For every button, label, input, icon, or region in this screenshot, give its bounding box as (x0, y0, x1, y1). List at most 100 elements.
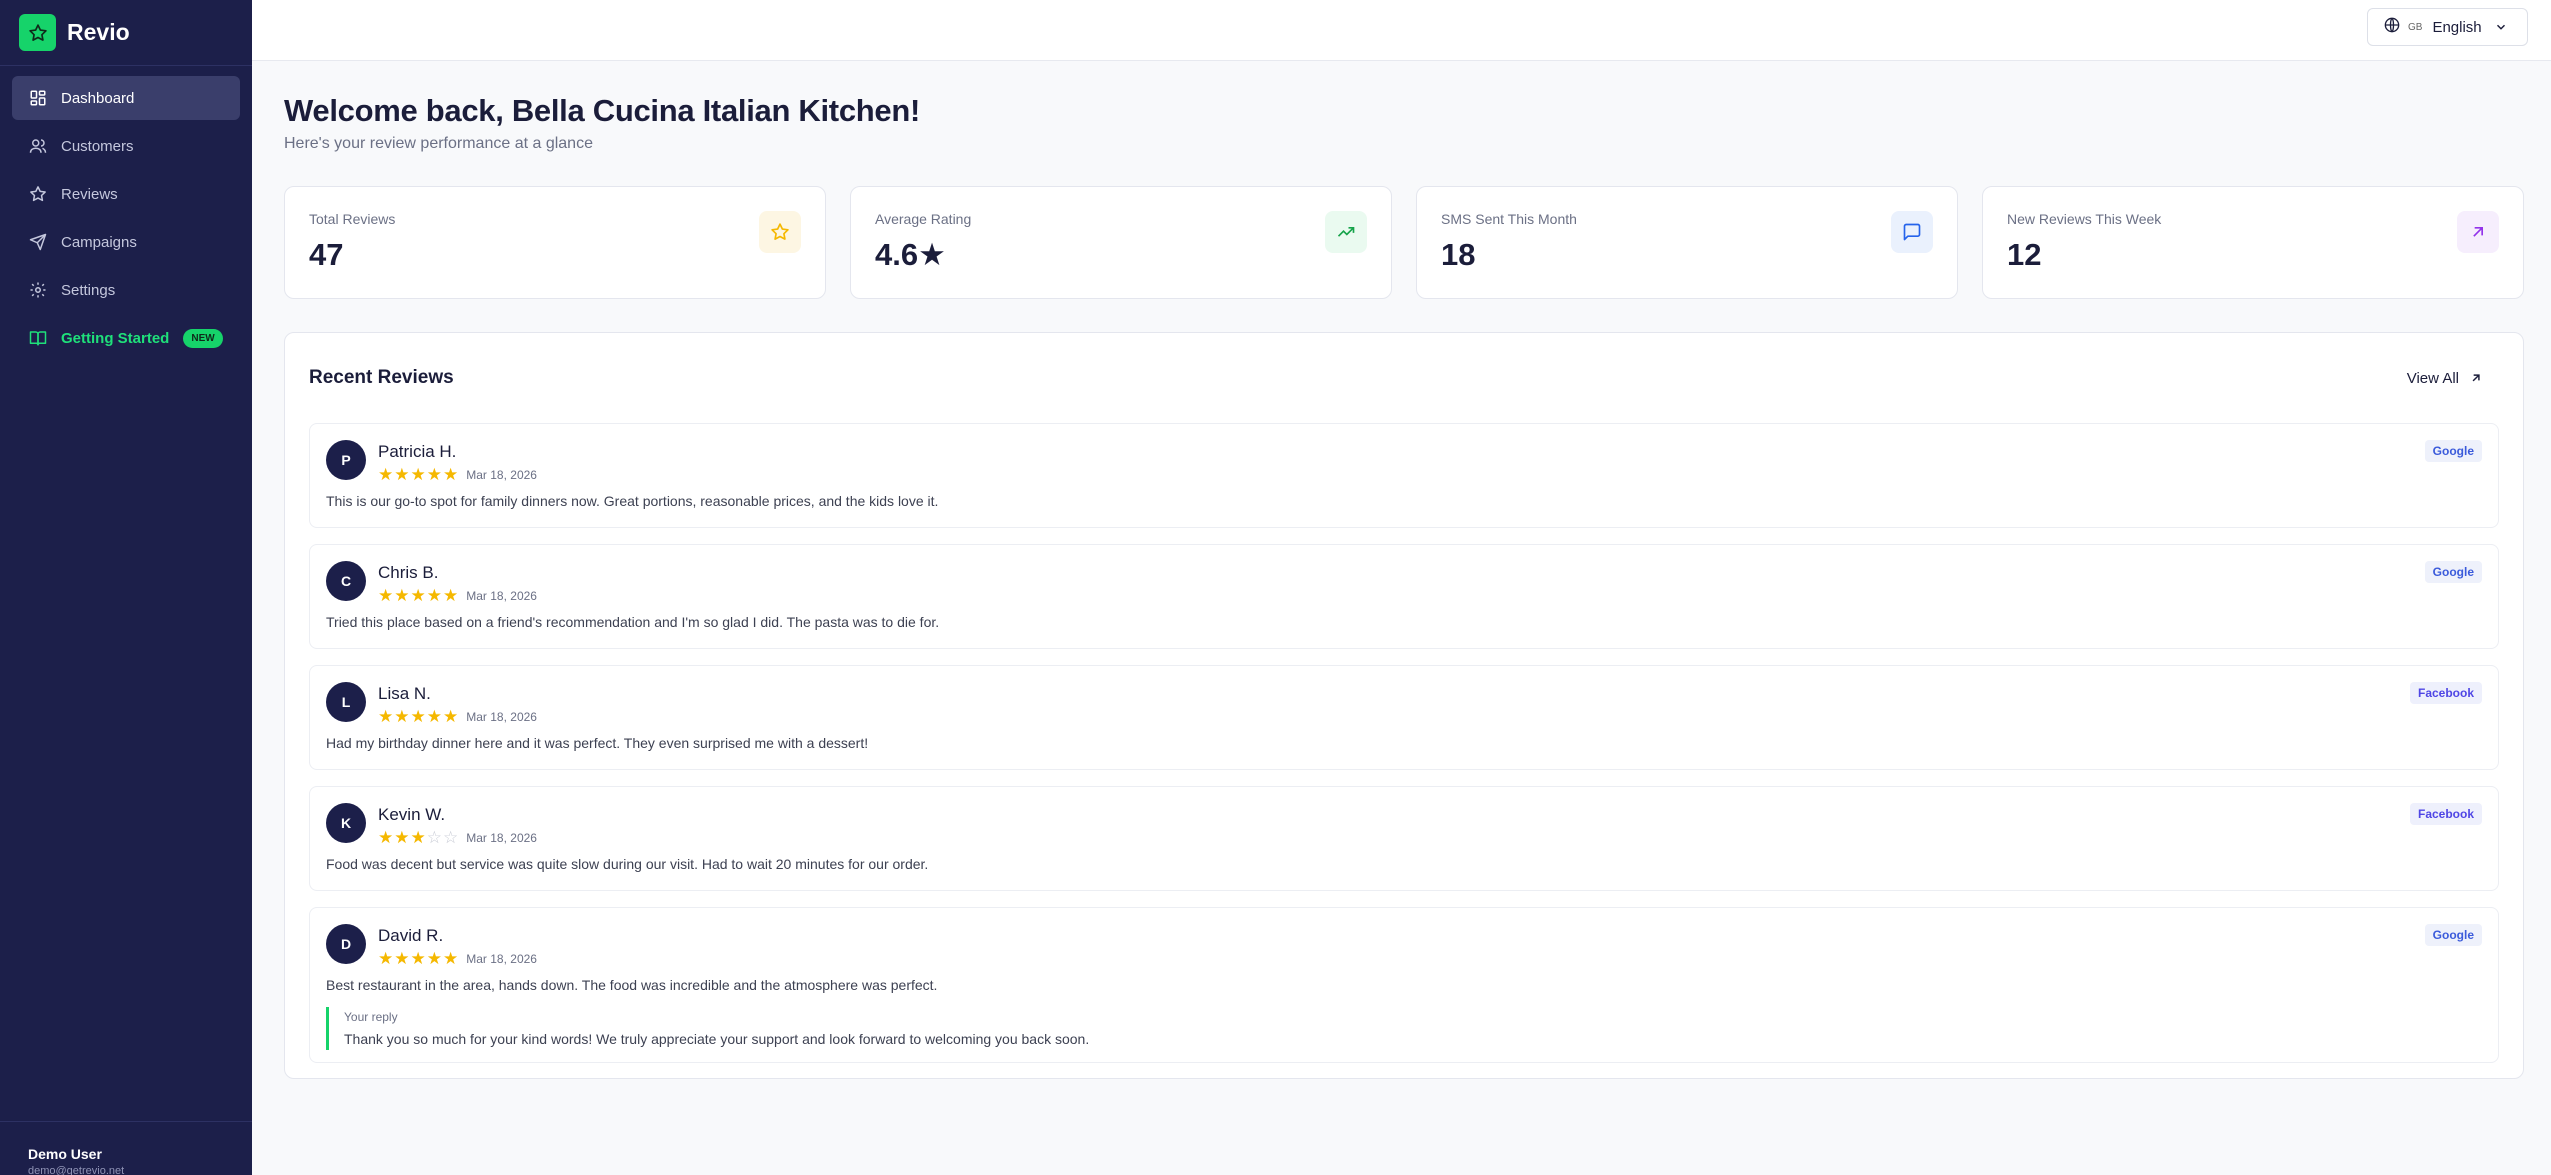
sidebar-item-label: Getting Started (61, 329, 170, 347)
platform-badge: Google (2424, 924, 2482, 946)
star-filled-icon: ★ (443, 949, 459, 968)
users-icon (28, 136, 48, 156)
sidebar-item-label: Campaigns (61, 233, 137, 251)
view-all-link[interactable]: View All (2407, 370, 2499, 387)
arrow-up-right-icon (2457, 211, 2499, 253)
stat-value: 12 (2007, 237, 2042, 272)
reviewer-name: Kevin W. (378, 805, 446, 824)
star-filled-icon: ★ (394, 465, 410, 484)
review-item[interactable]: L Lisa N. ★ ★ ★ ★ ★ Mar 18, 2026 Had my birt… (309, 665, 2499, 770)
stats-row: Total Reviews 47 Average Rating 4.6★ SMS… (284, 186, 2524, 299)
recent-reviews-card: Recent Reviews View All P Patricia H. ★ ★… (284, 332, 2524, 1079)
review-text: Tried this place based on a friend's rec… (326, 614, 940, 630)
review-item[interactable]: D David R. ★ ★ ★ ★ ★ Mar 18, 2026 Best resta… (309, 907, 2499, 1063)
review-item[interactable]: P Patricia H. ★ ★ ★ ★ ★ Mar 18, 2026 This is… (309, 423, 2499, 528)
grid-icon (28, 88, 48, 108)
star-filled-icon: ★ (378, 465, 394, 484)
stat-value: 4.6★ (875, 237, 946, 272)
star-filled-icon: ★ (426, 707, 442, 726)
sidebar-item-customers[interactable]: Customers (12, 124, 240, 168)
chevron-down-icon (2494, 20, 2508, 34)
language-selector[interactable]: GB English (2367, 8, 2528, 46)
sidebar-item-label: Dashboard (61, 89, 135, 107)
review-date: Mar 18, 2026 (466, 831, 537, 845)
avatar: D (326, 924, 366, 964)
trending-up-icon (1325, 211, 1367, 253)
avatar: L (326, 682, 366, 722)
reply-text: Thank you so much for your kind words! W… (344, 1031, 1090, 1047)
review-text: This is our go-to spot for family dinner… (326, 493, 939, 509)
app-name: Revio (67, 19, 130, 45)
new-badge: NEW (183, 328, 223, 348)
star-filled-icon: ★ (410, 707, 426, 726)
stat-label: SMS Sent This Month (1441, 211, 1577, 227)
star-filled-icon: ★ (394, 949, 410, 968)
platform-badge: Facebook (2409, 803, 2482, 825)
message-icon (1891, 211, 1933, 253)
topbar: GB English (252, 0, 2551, 61)
page-subtitle: Here's your review performance at a glan… (284, 135, 593, 152)
star-icon (759, 211, 801, 253)
review-text: Best restaurant in the area, hands down.… (326, 977, 938, 993)
stat-label: New Reviews This Week (2007, 211, 2162, 227)
language-label: English (2432, 18, 2482, 36)
review-date: Mar 18, 2026 (466, 710, 537, 724)
stat-card-new-reviews: New Reviews This Week 12 (1982, 186, 2524, 299)
star-filled-icon: ★ (426, 465, 442, 484)
sidebar-item-reviews[interactable]: Reviews (12, 172, 240, 216)
review-date: Mar 18, 2026 (466, 952, 537, 966)
star-filled-icon: ★ (443, 465, 459, 484)
star-logo-icon (19, 14, 56, 51)
platform-badge: Facebook (2409, 682, 2482, 704)
stat-label: Average Rating (875, 211, 972, 227)
user-profile[interactable]: Demo User demo@getrevio.net (0, 1121, 252, 1175)
reply-label: Your reply (344, 1010, 398, 1024)
star-filled-icon: ★ (443, 707, 459, 726)
send-icon (28, 232, 48, 252)
stat-card-average-rating: Average Rating 4.6★ (850, 186, 1392, 299)
sidebar-item-getting-started[interactable]: Getting Started NEW (12, 316, 240, 360)
review-date: Mar 18, 2026 (466, 589, 537, 603)
star-rating: ★ ★ ★ ★ ★ (378, 586, 458, 605)
sidebar-item-campaigns[interactable]: Campaigns (12, 220, 240, 264)
review-text: Food was decent but service was quite sl… (326, 856, 929, 872)
star-filled-icon: ★ (378, 707, 394, 726)
platform-badge: Google (2424, 440, 2482, 462)
user-email: demo@getrevio.net (28, 1165, 125, 1175)
star-filled-icon: ★ (426, 949, 442, 968)
star-rating: ★ ★ ★ ★ ★ (378, 707, 459, 726)
reviewer-name: David R. (378, 926, 444, 945)
owner-reply: Your reply Thank you so much for your ki… (326, 1007, 2482, 1050)
avatar: C (326, 561, 366, 601)
star-filled-icon: ★ (378, 949, 394, 968)
star-empty-icon: ☆ (443, 828, 459, 847)
main-content: Welcome back, Bella Cucina Italian Kitch… (284, 61, 2524, 1079)
sidebar-nav: Dashboard Customers Reviews Campaigns Se… (0, 66, 252, 374)
stat-label: Total Reviews (309, 211, 396, 227)
star-rating: ★ ★ ★ ★ ★ (378, 465, 459, 484)
stat-value: 47 (309, 237, 344, 272)
avatar: P (326, 440, 366, 480)
star-filled-icon: ★ (410, 465, 426, 484)
stat-card-sms-sent: SMS Sent This Month 18 (1416, 186, 1958, 299)
stat-card-total-reviews: Total Reviews 47 (284, 186, 826, 299)
reviewer-name: Chris B. (378, 563, 439, 582)
sidebar-item-dashboard[interactable]: Dashboard (12, 76, 240, 120)
brand[interactable]: Revio (0, 0, 252, 66)
sidebar-item-label: Customers (61, 137, 134, 155)
flag-label: GB (2408, 21, 2423, 33)
star-rating: ★ ★ ★ ★ ★ (378, 949, 459, 968)
sidebar-item-label: Reviews (61, 185, 118, 203)
star-rating: ★ ★ ★ ☆ ☆ (378, 828, 459, 847)
star-filled-icon: ★ (410, 949, 426, 968)
page-title: Welcome back, Bella Cucina Italian Kitch… (284, 93, 920, 128)
sidebar-item-settings[interactable]: Settings (12, 268, 240, 312)
user-name: Demo User (28, 1146, 102, 1162)
stat-value: 18 (1441, 237, 1476, 272)
star-filled-icon: ★ (410, 586, 426, 605)
sidebar-item-label: Settings (61, 281, 116, 299)
review-item[interactable]: K Kevin W. ★ ★ ★ ☆ ☆ Mar 18, 2026 Food was d… (309, 786, 2499, 891)
globe-icon (2384, 17, 2400, 37)
review-date: Mar 18, 2026 (466, 468, 537, 482)
review-item[interactable]: C Chris B. ★ ★ ★ ★ ★ Mar 18, 2026 Tried this… (309, 544, 2499, 649)
